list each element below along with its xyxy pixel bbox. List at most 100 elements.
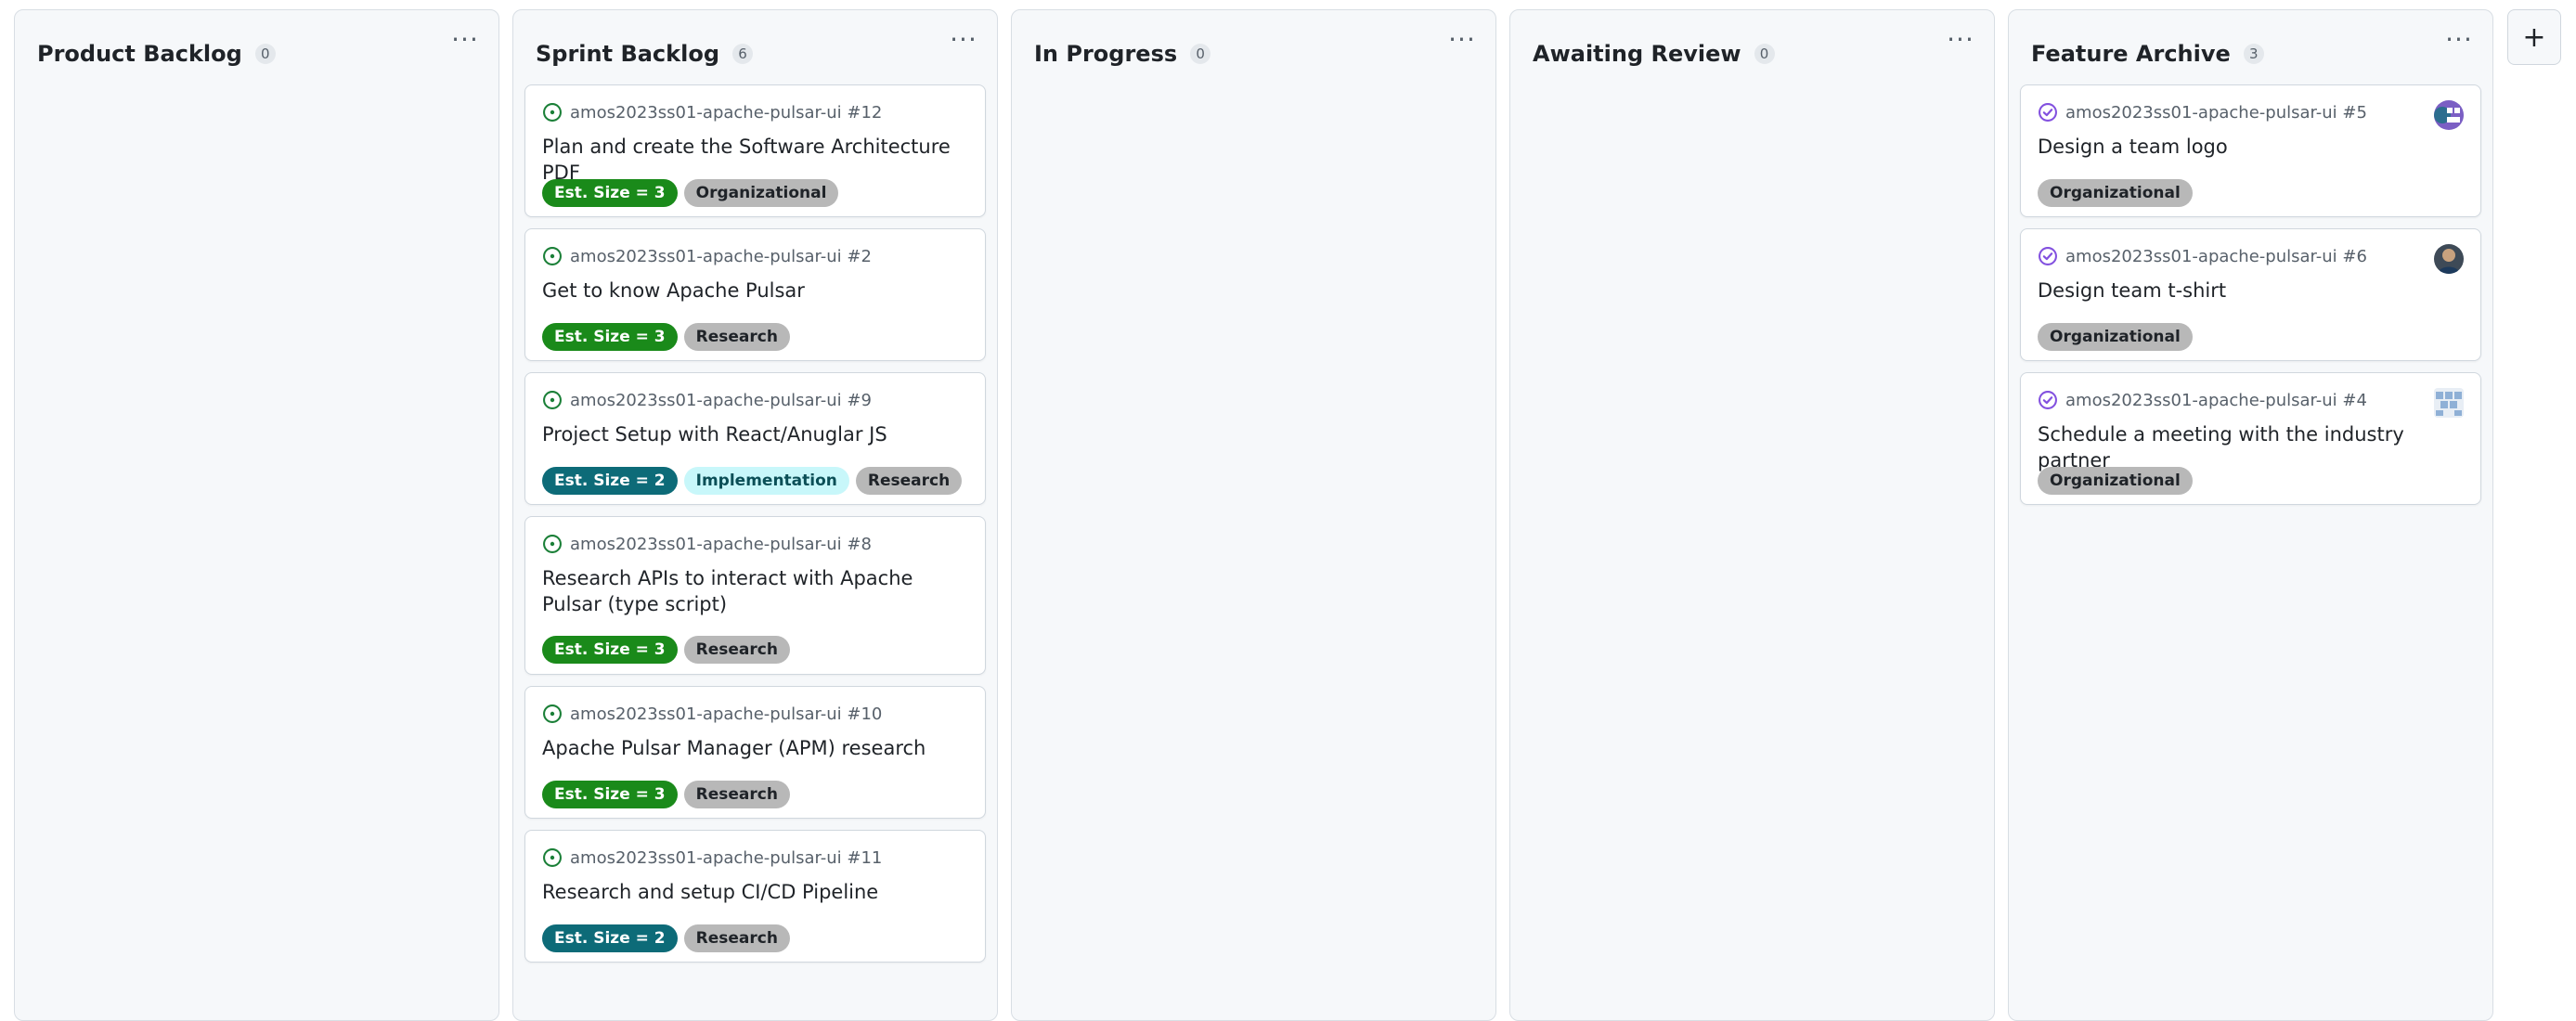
column-menu-button[interactable]: ··· bbox=[2440, 23, 2478, 57]
label-est-size[interactable]: Est. Size = 3 bbox=[542, 323, 678, 351]
issue-card[interactable]: amos2023ss01-apache-pulsar-ui #12 Plan a… bbox=[524, 84, 986, 217]
column-header: Awaiting Review 0 bbox=[1533, 31, 1972, 77]
label-research[interactable]: Research bbox=[855, 467, 963, 495]
issue-reference-text: amos2023ss01-apache-pulsar-ui #4 bbox=[2065, 390, 2367, 410]
project-board: Product Backlog 0 ··· Sprint Backlog 6 ·… bbox=[0, 0, 2576, 1021]
label-est-size[interactable]: Est. Size = 3 bbox=[542, 781, 678, 808]
issue-reference[interactable]: amos2023ss01-apache-pulsar-ui #2 bbox=[542, 246, 872, 266]
issue-card[interactable]: amos2023ss01-apache-pulsar-ui #5 Design … bbox=[2020, 84, 2481, 217]
label-est-size[interactable]: Est. Size = 3 bbox=[542, 179, 678, 207]
column-title: In Progress bbox=[1034, 41, 1178, 67]
add-column-button[interactable]: + bbox=[2507, 9, 2561, 65]
label-list: Organizational bbox=[2038, 323, 2193, 351]
column-menu-button[interactable]: ··· bbox=[1942, 23, 1979, 57]
issue-title[interactable]: Design a team logo bbox=[2038, 134, 2460, 160]
label-research[interactable]: Research bbox=[683, 781, 790, 808]
issue-card[interactable]: amos2023ss01-apache-pulsar-ui #8 Researc… bbox=[524, 516, 986, 675]
issue-card[interactable]: amos2023ss01-apache-pulsar-ui #10 Apache… bbox=[524, 686, 986, 819]
group-avatar[interactable] bbox=[2434, 100, 2464, 130]
pattern-avatar[interactable] bbox=[2434, 388, 2464, 418]
issue-reference[interactable]: amos2023ss01-apache-pulsar-ui #5 bbox=[2038, 102, 2367, 123]
column-feature-archive: Feature Archive 3 ··· amos2023ss01-apach… bbox=[2008, 9, 2493, 1021]
column-product-backlog: Product Backlog 0 ··· bbox=[14, 9, 499, 1021]
column-count-badge: 0 bbox=[1190, 44, 1211, 64]
column-menu-button[interactable]: ··· bbox=[1443, 23, 1481, 57]
closed-issue-icon bbox=[2039, 391, 2057, 409]
column-header: In Progress 0 bbox=[1034, 31, 1473, 77]
column-awaiting-review: Awaiting Review 0 ··· bbox=[1509, 9, 1995, 1021]
label-list: Est. Size = 2 Implementation Research bbox=[542, 467, 963, 495]
column-in-progress: In Progress 0 ··· bbox=[1011, 9, 1496, 1021]
issue-title[interactable]: Get to know Apache Pulsar bbox=[542, 278, 964, 304]
label-organizational[interactable]: Organizational bbox=[2038, 179, 2193, 207]
open-issue-icon bbox=[543, 103, 562, 122]
label-list: Est. Size = 3 Research bbox=[542, 636, 790, 664]
user-avatar[interactable] bbox=[2434, 244, 2464, 274]
issue-reference[interactable]: amos2023ss01-apache-pulsar-ui #12 bbox=[542, 102, 882, 123]
label-est-size[interactable]: Est. Size = 3 bbox=[542, 636, 678, 664]
column-header: Feature Archive 3 bbox=[2031, 31, 2470, 77]
issue-title[interactable]: Research APIs to interact with Apache Pu… bbox=[542, 565, 964, 617]
issue-title[interactable]: Research and setup CI/CD Pipeline bbox=[542, 879, 964, 905]
issue-reference-text: amos2023ss01-apache-pulsar-ui #6 bbox=[2065, 246, 2367, 266]
issue-title[interactable]: Plan and create the Software Architectur… bbox=[542, 134, 964, 186]
issue-title[interactable]: Project Setup with React/Anuglar JS bbox=[542, 421, 964, 447]
label-research[interactable]: Research bbox=[683, 924, 790, 952]
column-count-badge: 0 bbox=[1754, 44, 1775, 64]
issue-card[interactable]: amos2023ss01-apache-pulsar-ui #9 Project… bbox=[524, 372, 986, 505]
open-issue-icon bbox=[543, 704, 562, 723]
issue-title[interactable]: Design team t-shirt bbox=[2038, 278, 2460, 304]
label-organizational[interactable]: Organizational bbox=[683, 179, 839, 207]
closed-issue-icon bbox=[2039, 247, 2057, 265]
issue-reference[interactable]: amos2023ss01-apache-pulsar-ui #9 bbox=[542, 390, 872, 410]
label-organizational[interactable]: Organizational bbox=[2038, 467, 2193, 495]
issue-reference[interactable]: amos2023ss01-apache-pulsar-ui #11 bbox=[542, 847, 882, 868]
issue-reference-text: amos2023ss01-apache-pulsar-ui #9 bbox=[570, 390, 872, 410]
column-menu-button[interactable]: ··· bbox=[447, 23, 484, 57]
issue-reference[interactable]: amos2023ss01-apache-pulsar-ui #10 bbox=[542, 704, 882, 724]
issue-reference-text: amos2023ss01-apache-pulsar-ui #5 bbox=[2065, 102, 2367, 123]
open-issue-icon bbox=[543, 247, 562, 265]
label-list: Est. Size = 2 Research bbox=[542, 924, 790, 952]
open-issue-icon bbox=[543, 848, 562, 867]
issue-card[interactable]: amos2023ss01-apache-pulsar-ui #11 Resear… bbox=[524, 830, 986, 963]
column-title: Product Backlog bbox=[37, 41, 242, 67]
issue-reference-text: amos2023ss01-apache-pulsar-ui #12 bbox=[570, 102, 883, 123]
issue-card[interactable]: amos2023ss01-apache-pulsar-ui #4 Schedul… bbox=[2020, 372, 2481, 505]
label-list: Est. Size = 3 Research bbox=[542, 323, 790, 351]
column-sprint-backlog: Sprint Backlog 6 ··· amos2023ss01-apache… bbox=[512, 9, 998, 1021]
open-issue-icon bbox=[543, 535, 562, 553]
issue-reference-text: amos2023ss01-apache-pulsar-ui #2 bbox=[570, 246, 872, 266]
column-title: Awaiting Review bbox=[1533, 41, 1741, 67]
label-est-size[interactable]: Est. Size = 2 bbox=[542, 467, 678, 495]
column-header: Product Backlog 0 bbox=[37, 31, 476, 77]
label-list: Est. Size = 3 Organizational bbox=[542, 179, 839, 207]
column-count-badge: 0 bbox=[254, 44, 276, 64]
column-title: Feature Archive bbox=[2031, 41, 2231, 67]
column-menu-button[interactable]: ··· bbox=[945, 23, 982, 57]
issue-reference-text: amos2023ss01-apache-pulsar-ui #11 bbox=[570, 847, 883, 868]
label-list: Organizational bbox=[2038, 467, 2193, 495]
label-organizational[interactable]: Organizational bbox=[2038, 323, 2193, 351]
closed-issue-icon bbox=[2039, 103, 2057, 122]
issue-reference-text: amos2023ss01-apache-pulsar-ui #8 bbox=[570, 534, 872, 554]
column-count-badge: 3 bbox=[2243, 44, 2264, 64]
label-list: Organizational bbox=[2038, 179, 2193, 207]
issue-card[interactable]: amos2023ss01-apache-pulsar-ui #6 Design … bbox=[2020, 228, 2481, 361]
label-list: Est. Size = 3 Research bbox=[542, 781, 790, 808]
label-est-size[interactable]: Est. Size = 2 bbox=[542, 924, 678, 952]
issue-reference[interactable]: amos2023ss01-apache-pulsar-ui #8 bbox=[542, 534, 872, 554]
label-research[interactable]: Research bbox=[683, 636, 790, 664]
issue-reference[interactable]: amos2023ss01-apache-pulsar-ui #6 bbox=[2038, 246, 2367, 266]
column-title: Sprint Backlog bbox=[536, 41, 720, 67]
issue-reference-text: amos2023ss01-apache-pulsar-ui #10 bbox=[570, 704, 883, 724]
issue-title[interactable]: Apache Pulsar Manager (APM) research bbox=[542, 735, 964, 761]
issue-title[interactable]: Schedule a meeting with the industry par… bbox=[2038, 421, 2460, 473]
label-research[interactable]: Research bbox=[683, 323, 790, 351]
column-count-badge: 6 bbox=[732, 44, 754, 64]
open-issue-icon bbox=[543, 391, 562, 409]
issue-card[interactable]: amos2023ss01-apache-pulsar-ui #2 Get to … bbox=[524, 228, 986, 361]
issue-reference[interactable]: amos2023ss01-apache-pulsar-ui #4 bbox=[2038, 390, 2367, 410]
column-header: Sprint Backlog 6 bbox=[536, 31, 975, 77]
label-implementation[interactable]: Implementation bbox=[683, 467, 849, 495]
